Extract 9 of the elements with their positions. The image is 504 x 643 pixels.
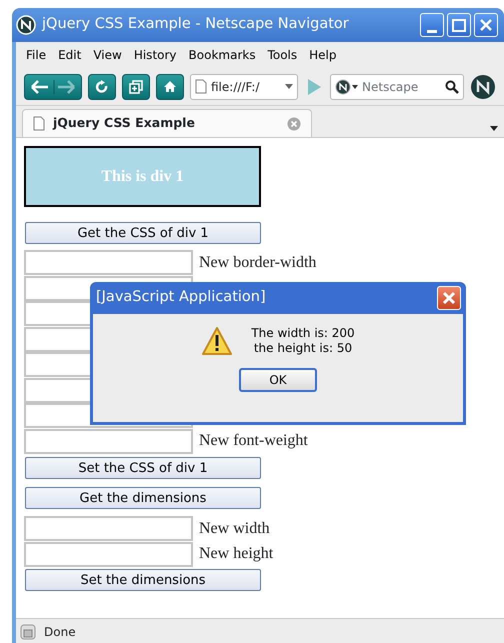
field-label: New height xyxy=(199,544,274,564)
field-label: New font-weight xyxy=(199,431,308,452)
dialog-message: The width is: 200 the height is: 50 xyxy=(251,326,355,356)
window-title: jQuery CSS Example - Netscape Navigator xyxy=(42,15,349,34)
field-label: New border-width xyxy=(199,252,316,273)
dialog-title: [JavaScript Application] xyxy=(96,288,266,308)
status-text: Done xyxy=(44,624,76,640)
div-box: This is div 1 xyxy=(24,146,261,207)
field-label: New width xyxy=(199,518,270,539)
